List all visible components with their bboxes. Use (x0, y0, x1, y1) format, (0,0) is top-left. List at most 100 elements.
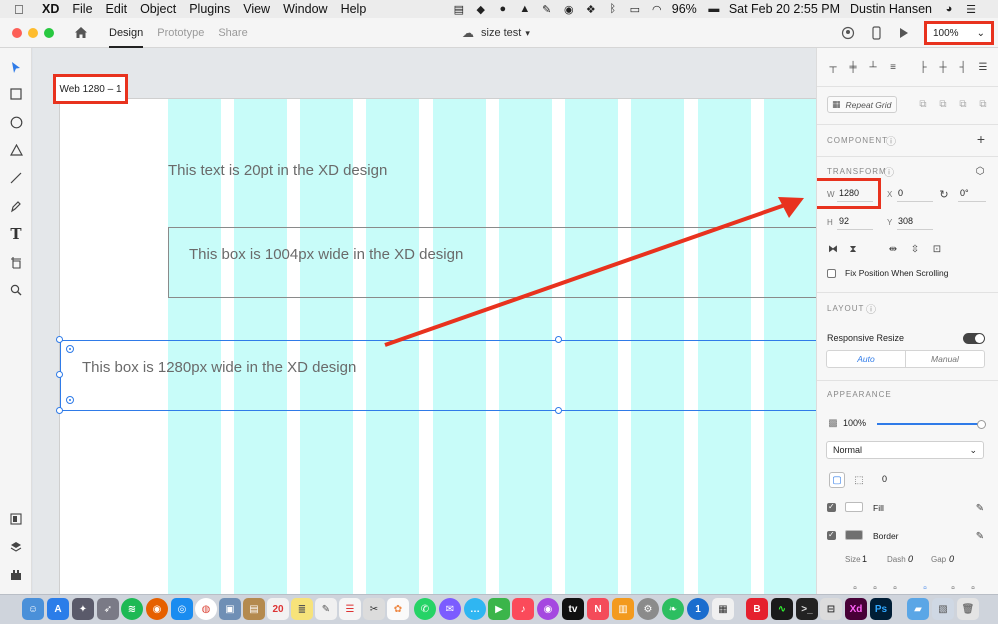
responsive-resize-toggle[interactable] (963, 333, 985, 344)
flip-vertical-icon[interactable]: ⧗ (847, 243, 859, 255)
finder-icon[interactable]: ☺ (22, 598, 44, 620)
screenshots-folder-icon[interactable]: ▧ (932, 598, 954, 620)
whatsapp-icon[interactable]: ✆ (414, 598, 436, 620)
height-input[interactable]: 92 (839, 216, 849, 226)
text-tool-icon[interactable]: T (8, 225, 24, 243)
fill-checkbox[interactable] (827, 502, 836, 512)
pin-anchor[interactable] (66, 345, 74, 353)
rotation-input[interactable]: 0° (960, 188, 969, 198)
menu-edit[interactable]: Edit (106, 2, 128, 16)
news-icon[interactable]: N (587, 598, 609, 620)
launchpad-icon[interactable]: ✦ (72, 598, 94, 620)
menu-file[interactable]: File (72, 2, 92, 16)
system-preferences-icon[interactable]: ⚙ (637, 598, 659, 620)
pen-tool-icon[interactable] (8, 198, 24, 214)
clock[interactable]: Sat Feb 20 2:55 PM (729, 2, 840, 16)
siri-icon[interactable]: ◕ (942, 3, 956, 15)
photoshop-icon[interactable]: Ps (870, 598, 892, 620)
resize-handle[interactable] (56, 371, 63, 378)
zoom-select[interactable]: 100% ⌄ (924, 21, 994, 45)
resize-height-icon[interactable]: ⇳ (909, 243, 921, 255)
menu-plugins[interactable]: Plugins (189, 2, 230, 16)
1password-icon[interactable]: 1 (687, 598, 709, 620)
border-gap-input[interactable]: 0 (949, 554, 954, 564)
calculator-icon[interactable]: ▦ (712, 598, 734, 620)
boolean-exclude-icon[interactable]: ⧉ (977, 98, 989, 110)
music-icon[interactable]: ♪ (512, 598, 534, 620)
device-preview-icon[interactable] (868, 25, 884, 41)
resize-handle[interactable] (555, 407, 562, 414)
trash-icon[interactable]: 🗑 (957, 598, 979, 620)
border-size-input[interactable]: 1 (862, 554, 867, 564)
artboard[interactable]: This text is 20pt in the XD design This … (56, 98, 816, 594)
border-checkbox[interactable] (827, 530, 836, 540)
play-icon[interactable] (896, 25, 912, 41)
corner-radius-input[interactable]: 0 (882, 474, 887, 484)
notes-app-icon[interactable]: ▤ (243, 598, 265, 620)
align-right-icon[interactable]: ┤ (957, 61, 969, 73)
home-icon[interactable] (74, 26, 88, 40)
status-app-icon[interactable]: ● (496, 3, 510, 15)
polygon-tool-icon[interactable] (8, 142, 24, 158)
fix-position-checkbox[interactable] (827, 269, 836, 278)
join-bevel-icon[interactable]: ▫ (967, 582, 979, 594)
rectangle-tool-icon[interactable] (8, 86, 24, 102)
opacity-value[interactable]: 100% (843, 418, 866, 428)
rocket-icon[interactable]: ➶ (97, 598, 119, 620)
menu-view[interactable]: View (243, 2, 270, 16)
apple-tv-icon[interactable]: tv (562, 598, 584, 620)
close-window-button[interactable] (12, 27, 22, 38)
adobe-xd-icon[interactable]: Xd (845, 598, 867, 620)
tab-design[interactable]: Design (102, 18, 150, 48)
ellipse-tool-icon[interactable] (8, 114, 24, 130)
align-top-icon[interactable]: ┬ (827, 61, 839, 73)
align-bottom-icon[interactable]: ┴ (867, 61, 879, 73)
minimize-window-button[interactable] (28, 27, 38, 38)
resize-handle[interactable] (56, 336, 63, 343)
status-app-icon[interactable]: ▲ (518, 3, 532, 15)
spotify-icon[interactable]: ≋ (121, 598, 143, 620)
terminal-icon[interactable]: >_ (796, 598, 818, 620)
info-icon[interactable]: ⓘ (885, 134, 897, 148)
repeat-grid-button[interactable]: ▦ Repeat Grid (827, 96, 897, 113)
firefox-icon[interactable]: ◉ (146, 598, 168, 620)
join-round-icon[interactable]: ▫ (947, 582, 959, 594)
photos-icon[interactable]: ✿ (387, 598, 409, 620)
layers-panel-icon[interactable] (8, 539, 24, 555)
info-icon[interactable]: ⓘ (883, 165, 895, 179)
activity-monitor-icon[interactable]: ∿ (771, 598, 793, 620)
border-color-swatch[interactable] (845, 530, 863, 540)
bbedit-icon[interactable]: B (746, 598, 768, 620)
zoom-tool-icon[interactable] (8, 282, 24, 298)
share-user-icon[interactable] (840, 25, 856, 41)
join-miter-icon[interactable]: ▫ (919, 582, 931, 594)
boolean-add-icon[interactable]: ⧉ (917, 98, 929, 110)
safari-icon[interactable]: ◎ (171, 598, 193, 620)
airplay-icon[interactable]: ▭ (628, 3, 642, 16)
user-name[interactable]: Dustin Hansen (850, 2, 932, 16)
resize-handle[interactable] (56, 407, 63, 414)
facetime-icon[interactable]: ▶ (488, 598, 510, 620)
distribute-vertical-icon[interactable]: ≡ (887, 61, 899, 73)
mode-manual-button[interactable]: Manual (906, 351, 984, 367)
artboard-tool-icon[interactable] (8, 254, 24, 270)
downloads-folder-icon[interactable]: ▰ (907, 598, 929, 620)
books-icon[interactable]: ▥ (612, 598, 634, 620)
menu-help[interactable]: Help (341, 2, 367, 16)
document-title[interactable]: ☁ size test ▾ (462, 18, 530, 48)
stroke-inside-icon[interactable]: ▫ (849, 582, 861, 594)
opacity-slider[interactable] (877, 420, 986, 429)
disk-utility-icon[interactable]: ⊟ (820, 598, 842, 620)
fill-color-swatch[interactable] (845, 502, 863, 512)
plugins-panel-icon[interactable] (8, 567, 24, 583)
tab-share[interactable]: Share (211, 18, 254, 48)
eyedropper-icon[interactable]: ✎ (974, 502, 986, 514)
blend-mode-select[interactable]: Normal ⌄ (826, 441, 984, 459)
menu-object[interactable]: Object (140, 2, 176, 16)
assets-panel-icon[interactable] (8, 511, 24, 527)
wifi-icon[interactable]: ◠ (650, 3, 664, 16)
align-middle-icon[interactable]: ╪ (847, 61, 859, 73)
resize-width-icon[interactable]: ⇹ (887, 243, 899, 255)
info-icon[interactable]: ⓘ (865, 302, 877, 316)
boolean-intersect-icon[interactable]: ⧉ (957, 98, 969, 110)
